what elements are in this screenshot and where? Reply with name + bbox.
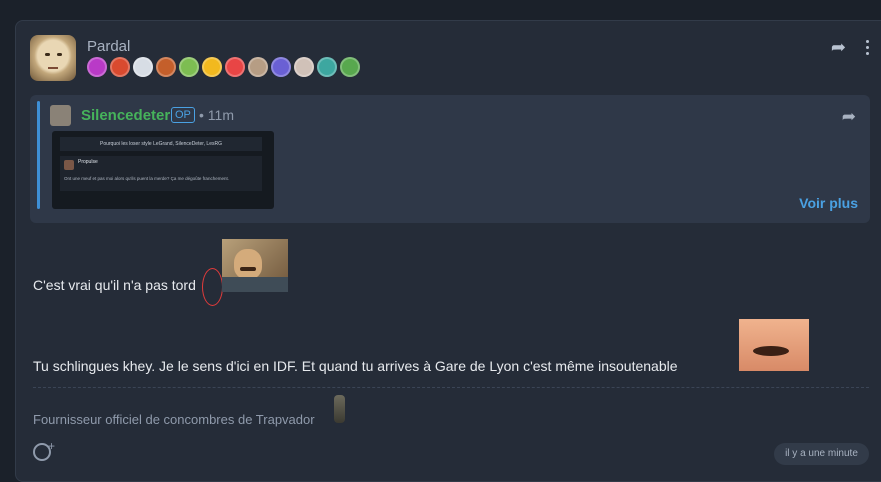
op-badge: OP	[171, 107, 195, 123]
badge-6[interactable]	[202, 57, 222, 77]
username[interactable]: Pardal	[87, 38, 130, 55]
more-options-icon[interactable]	[866, 39, 869, 55]
badge-4[interactable]	[156, 57, 176, 77]
quote-bar	[37, 101, 40, 209]
badge-5[interactable]	[179, 57, 199, 77]
screenshot-name: Propulse	[78, 159, 98, 165]
badge-11[interactable]	[317, 57, 337, 77]
badge-12[interactable]	[340, 57, 360, 77]
screenshot-title: Pourquoi les loser style LeGrand, Silenc…	[60, 137, 262, 151]
timestamp-pill: il y a une minute	[774, 443, 869, 465]
quote-time: • 11m	[199, 107, 234, 123]
share-icon[interactable]: ➦	[831, 38, 846, 56]
quoted-screenshot[interactable]: Pourquoi les loser style LeGrand, Silenc…	[52, 131, 274, 209]
quote-username[interactable]: Silencedeter	[81, 107, 170, 124]
badge-8[interactable]	[248, 57, 268, 77]
badge-7[interactable]	[225, 57, 245, 77]
screenshot-avatar	[64, 160, 74, 170]
avatar[interactable]	[30, 35, 76, 81]
screenshot-post: Propulse Ont une meuf et pas moi alors q…	[60, 156, 262, 191]
quote-share-icon[interactable]: ➦	[842, 107, 856, 127]
signature: Fournisseur officiel de concombres de Tr…	[33, 412, 315, 427]
voir-plus-link[interactable]: Voir plus	[799, 195, 858, 211]
badge-2[interactable]	[110, 57, 130, 77]
meme-image-2	[739, 319, 809, 371]
quoted-post[interactable]: Silencedeter OP • 11m ➦ Pourquoi les los…	[30, 95, 870, 223]
pickle-image	[334, 395, 345, 423]
red-circle-annotation	[202, 268, 223, 306]
badge-list	[87, 57, 360, 77]
message-line-2: Tu schlingues khey. Je le sens d'ici en …	[33, 358, 678, 374]
badge-1[interactable]	[87, 57, 107, 77]
badge-10[interactable]	[294, 57, 314, 77]
signature-separator	[33, 387, 869, 388]
add-reaction-icon[interactable]	[33, 439, 55, 461]
post-actions: ➦	[831, 38, 869, 56]
message-line-1: C'est vrai qu'il n'a pas tord	[33, 277, 196, 293]
badge-9[interactable]	[271, 57, 291, 77]
screenshot-text: Ont une meuf et pas moi alors qu'ils pue…	[64, 176, 229, 181]
quote-avatar[interactable]	[50, 105, 71, 126]
badge-3[interactable]	[133, 57, 153, 77]
meme-image-1	[222, 239, 288, 292]
